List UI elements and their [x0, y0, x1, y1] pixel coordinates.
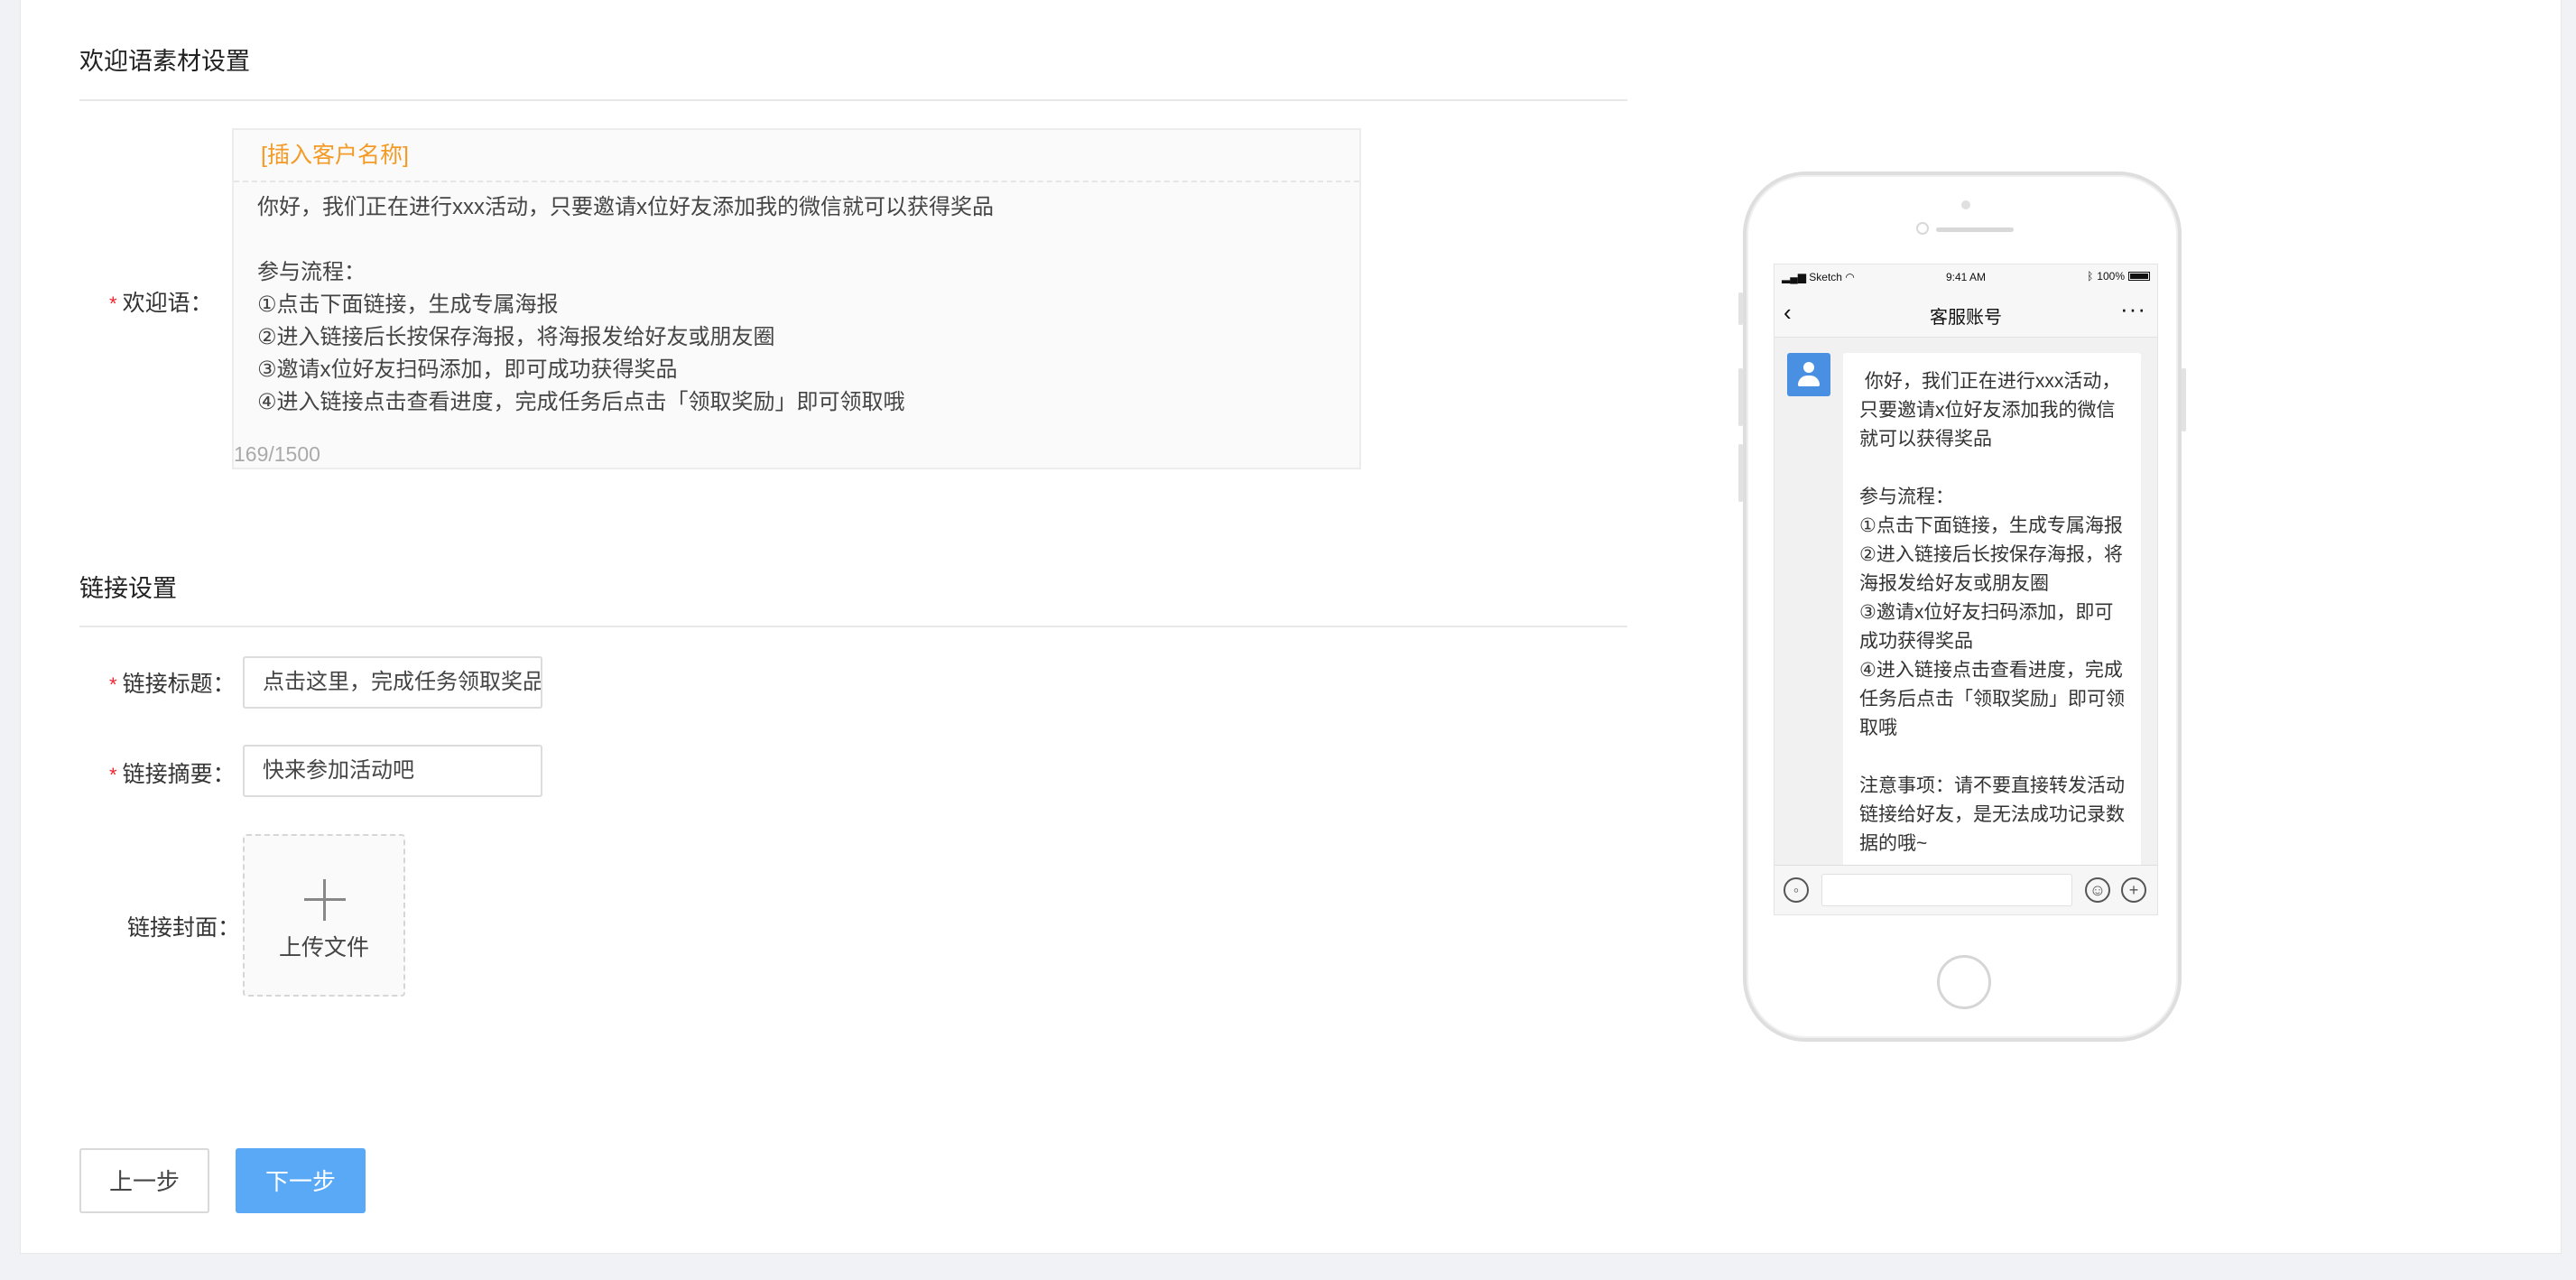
link-divider	[79, 626, 1627, 627]
link-cover-label: 链接封面：	[127, 915, 241, 941]
chat-title: 客服账号	[1930, 308, 2002, 328]
link-summary-label-text: 链接摘要：	[122, 762, 236, 787]
chat-input[interactable]	[1821, 874, 2072, 906]
battery-icon	[2128, 272, 2150, 281]
welcome-label: * 欢迎语：	[109, 285, 213, 318]
bluetooth-icon: ᛒ	[2087, 270, 2094, 283]
required-mark: *	[109, 764, 117, 786]
welcome-section-title: 欢迎语素材设置	[79, 48, 250, 75]
chat-navbar: ‹ 客服账号 ···	[1774, 290, 2157, 338]
phone-mute-switch	[1738, 292, 1743, 325]
required-mark: *	[109, 292, 117, 315]
phone-speaker	[1936, 227, 2014, 232]
char-counter: 169/1500	[234, 442, 320, 466]
welcome-textarea[interactable]: 你好，我们正在进行xxx活动，只要邀请x位好友添加我的微信就可以获得奖品 参与流…	[257, 191, 1341, 419]
chat-input-bar: ◦ ☺ +	[1774, 865, 2157, 914]
required-mark: *	[109, 673, 117, 696]
phone-preview: ▂▄▆ Sketch ◠ 9:41 AM ᛒ 100% ‹ 客服账号 ··· 你…	[1738, 172, 2186, 1042]
next-step-button[interactable]: 下一步	[236, 1148, 366, 1213]
welcome-divider	[79, 99, 1627, 101]
prev-step-button[interactable]: 上一步	[79, 1148, 209, 1213]
phone-screen: ▂▄▆ Sketch ◠ 9:41 AM ᛒ 100% ‹ 客服账号 ··· 你…	[1774, 264, 2158, 915]
upload-cover-button[interactable]: 上传文件	[243, 834, 405, 997]
editor-toolbar: [插入客户名称]	[234, 130, 1359, 182]
link-title-input[interactable]: 点击这里，完成任务领取奖品吧	[243, 656, 542, 709]
phone-sensor	[1961, 200, 1970, 209]
voice-icon[interactable]: ◦	[1784, 877, 1809, 903]
phone-volume-down	[1738, 444, 1743, 502]
status-bar: ▂▄▆ Sketch ◠ 9:41 AM ᛒ 100%	[1774, 264, 2157, 290]
link-title-label: * 链接标题：	[109, 666, 236, 699]
home-button	[1937, 955, 1991, 1009]
link-section-title: 链接设置	[79, 575, 177, 602]
welcome-editor[interactable]: [插入客户名称] 你好，我们正在进行xxx活动，只要邀请x位好友添加我的微信就可…	[232, 128, 1361, 469]
upload-label: 上传文件	[278, 935, 369, 960]
status-battery: ᛒ 100%	[2087, 270, 2150, 283]
user-icon-head	[1803, 362, 1814, 373]
plus-icon-vertical	[323, 879, 326, 921]
message-bubble: 你好，我们正在进行xxx活动，只要邀请x位好友添加我的微信就可以获得奖品 参与流…	[1843, 353, 2141, 867]
add-icon[interactable]: +	[2121, 877, 2146, 903]
link-summary-input[interactable]: 快来参加活动吧	[243, 745, 542, 797]
emoji-icon[interactable]: ☺	[2085, 877, 2110, 903]
user-icon-body	[1798, 376, 1820, 386]
link-title-label-text: 链接标题：	[122, 672, 236, 697]
main-card: 欢迎语素材设置 * 欢迎语： [插入客户名称] 你好，我们正在进行xxx活动，只要…	[20, 0, 2562, 1254]
phone-power-button	[2182, 368, 2186, 431]
camera-icon	[1916, 222, 1929, 235]
insert-customer-name-button[interactable]: [插入客户名称]	[261, 143, 409, 168]
phone-volume-up	[1738, 368, 1743, 426]
avatar	[1787, 353, 1830, 396]
welcome-label-text: 欢迎语：	[122, 291, 213, 316]
battery-percent: 100%	[2097, 270, 2125, 283]
more-icon[interactable]: ···	[2120, 295, 2146, 323]
link-summary-label: * 链接摘要：	[109, 756, 236, 789]
